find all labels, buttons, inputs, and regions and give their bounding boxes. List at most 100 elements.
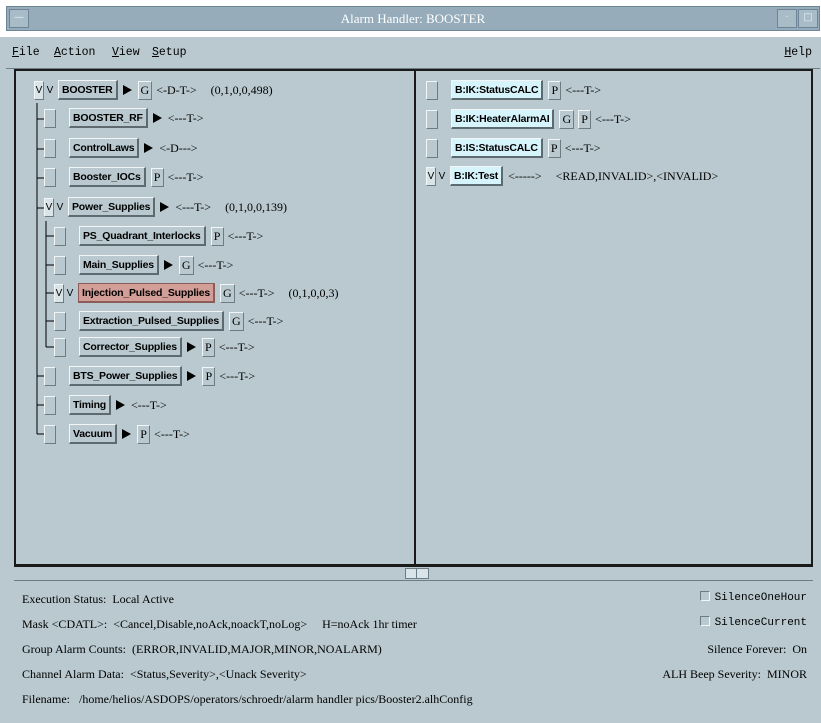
ack-box[interactable] — [54, 255, 66, 275]
group-row-vacuum: Vacuum P <---T-> — [44, 423, 204, 445]
group-button-ps-quadrant-interlocks[interactable]: PS_Quadrant_Interlocks — [79, 226, 206, 246]
group-button-corrector-supplies[interactable]: Corrector_Supplies — [79, 337, 182, 357]
title-bar-strip[interactable]: — Alarm Handler: BOOSTER · □ — [6, 6, 820, 31]
menu-action[interactable]: Action — [54, 46, 95, 59]
menu-help[interactable]: Help — [784, 46, 812, 59]
filename-label: Filename: — [22, 692, 70, 706]
silence-current-checkbox[interactable] — [699, 616, 710, 626]
channel-button[interactable]: B:IS:StatusCALC — [451, 138, 543, 158]
ack-transient-flag[interactable]: V — [45, 81, 55, 100]
expand-arrow-icon[interactable] — [187, 371, 197, 381]
beep-severity-value: MINOR — [766, 667, 807, 681]
group-button-timing[interactable]: Timing — [69, 395, 112, 415]
group-status: <-D-T-> — [156, 82, 197, 97]
menu-file[interactable]: File — [12, 46, 40, 59]
guidance-button[interactable]: G — [178, 255, 194, 275]
ack-box[interactable] — [44, 167, 56, 187]
silence-forever-label: Silence Forever: — [707, 642, 787, 656]
expand-arrow-icon[interactable] — [163, 260, 173, 270]
silence-forever-value: On — [792, 642, 807, 656]
beep-severity-label: ALH Beep Severity: — [662, 667, 761, 681]
group-row-bts-power-supplies: BTS_Power_Supplies P <---T-> — [44, 365, 269, 387]
channel-button[interactable]: B:IK:StatusCALC — [451, 80, 544, 100]
process-button[interactable]: P — [210, 226, 224, 246]
expand-arrow-icon[interactable] — [116, 400, 126, 410]
channel-row: B:IK:StatusCALC P <---T-> — [426, 79, 615, 101]
channel-list-pane[interactable]: B:IK:StatusCALC P <---T-> B:IK:HeaterAla… — [416, 69, 813, 566]
process-button[interactable]: P — [137, 424, 151, 444]
ack-box[interactable] — [44, 424, 56, 444]
ack-box[interactable] — [44, 366, 56, 386]
ack-box[interactable] — [44, 138, 56, 158]
process-button[interactable]: P — [547, 138, 561, 158]
ack-box[interactable] — [54, 311, 66, 331]
minimize-icon[interactable]: · — [777, 9, 797, 28]
ack-box[interactable] — [426, 138, 438, 158]
group-button-extraction-pulsed-supplies[interactable]: Extraction_Pulsed_Supplies — [79, 311, 225, 331]
menu-setup[interactable]: Setup — [152, 46, 187, 59]
ack-box[interactable] — [44, 108, 56, 128]
guidance-button[interactable]: G — [220, 283, 235, 303]
process-button[interactable]: P — [150, 167, 164, 187]
group-button-vacuum[interactable]: Vacuum — [69, 424, 118, 444]
expand-arrow-icon[interactable] — [152, 113, 162, 123]
group-button-controllaws[interactable]: ControlLaws — [69, 138, 140, 158]
ack-box[interactable] — [54, 337, 66, 357]
group-counts-label: Group Alarm Counts: — [22, 642, 126, 656]
group-row-power-supplies: V V Power_Supplies <---T-> (0,1,0,0,139) — [44, 196, 287, 218]
channel-button[interactable]: B:IK:Test — [450, 166, 504, 186]
group-button-power-supplies[interactable]: Power_Supplies — [68, 197, 156, 217]
channel-button[interactable]: B:IK:HeaterAlarmAI — [451, 109, 555, 129]
ack-transient-flag[interactable]: V — [437, 167, 447, 186]
expand-arrow-icon[interactable] — [122, 429, 132, 439]
filename-line: Filename: /home/helios/ASDOPS/operators/… — [22, 692, 473, 707]
process-button[interactable]: P — [202, 366, 216, 386]
process-button[interactable]: P — [578, 109, 592, 129]
expand-arrow-icon[interactable] — [144, 143, 154, 153]
expand-arrow-icon[interactable] — [122, 85, 132, 95]
group-row-timing: Timing <---T-> — [44, 394, 181, 416]
alarm-handler-window: — Alarm Handler: BOOSTER · □ File Action… — [0, 0, 821, 723]
ack-transient-flag[interactable]: V — [65, 284, 75, 303]
ack-flag[interactable]: V — [44, 197, 54, 217]
silence-one-hour-toggle[interactable]: SilenceOneHour — [699, 591, 807, 604]
channel-data-label: Channel Alarm Data: — [22, 667, 124, 681]
menu-file-label: File — [12, 46, 40, 59]
silence-one-hour-checkbox[interactable] — [699, 591, 710, 601]
group-button-bts-power-supplies[interactable]: BTS_Power_Supplies — [69, 366, 183, 386]
ack-transient-flag[interactable]: V — [55, 198, 65, 217]
pane-splitter[interactable] — [14, 566, 813, 579]
splitter-handle[interactable] — [405, 568, 429, 579]
channel-row: B:IS:StatusCALC P <---T-> — [426, 137, 615, 159]
group-button-booster-rf[interactable]: BOOSTER_RF — [69, 108, 148, 128]
guidance-button[interactable]: G — [559, 109, 575, 129]
maximize-icon[interactable]: □ — [798, 9, 818, 28]
guidance-button[interactable]: G — [229, 311, 244, 331]
menu-action-label: Action — [54, 46, 96, 59]
silence-one-hour-label: SilenceOneHour — [714, 592, 807, 604]
group-button-injection-pulsed-supplies[interactable]: Injection_Pulsed_Supplies — [78, 283, 216, 303]
channel-status: <---T-> — [564, 140, 601, 155]
expand-arrow-icon[interactable] — [186, 342, 196, 352]
group-button-booster-iocs[interactable]: Booster_IOCs — [69, 167, 146, 187]
guidance-button[interactable]: G — [137, 80, 153, 100]
ack-box[interactable] — [426, 80, 438, 100]
ack-flag[interactable]: V — [426, 166, 436, 186]
ack-flag[interactable]: V — [54, 283, 64, 303]
ack-box[interactable] — [54, 226, 66, 246]
group-tree-pane[interactable]: V V BOOSTER G <-D-T-> (0,1,0,0,498) BOOS… — [14, 69, 416, 566]
group-status: <---T-> — [247, 313, 284, 328]
group-button-booster[interactable]: BOOSTER — [58, 80, 118, 100]
filename-value: /home/helios/ASDOPS/operators/schroedr/a… — [79, 692, 473, 706]
group-status: <-D---> — [159, 140, 198, 155]
process-button[interactable]: P — [201, 337, 215, 357]
ack-box[interactable] — [44, 395, 56, 415]
group-button-main-supplies[interactable]: Main_Supplies — [79, 255, 159, 275]
silence-forever-line: Silence Forever: On — [707, 642, 807, 657]
ack-box[interactable] — [426, 109, 438, 129]
expand-arrow-icon[interactable] — [160, 202, 170, 212]
menu-view[interactable]: View — [112, 46, 140, 59]
process-button[interactable]: P — [548, 80, 562, 100]
ack-flag[interactable]: V — [34, 80, 44, 100]
silence-current-toggle[interactable]: SilenceCurrent — [699, 616, 807, 629]
